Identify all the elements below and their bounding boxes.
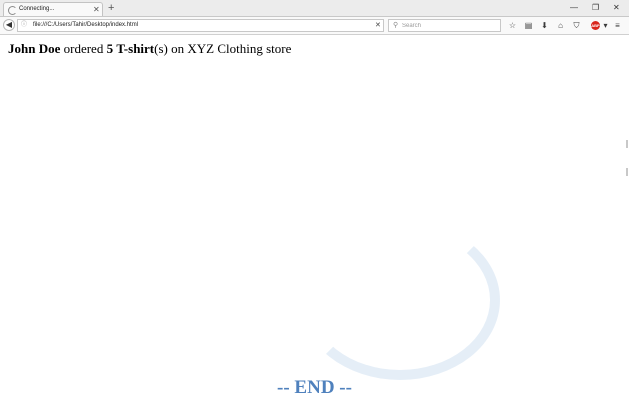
watermark-arc (300, 220, 500, 380)
scrollbar-mark (626, 168, 628, 176)
restore-icon[interactable]: ❐ (592, 2, 599, 14)
tab-title: Connecting... (19, 6, 55, 12)
tab-strip: Connecting... ✕ + — ❐ ✕ (0, 0, 629, 17)
loading-spinner-icon (8, 6, 17, 15)
search-input[interactable] (402, 21, 497, 30)
bookmark-star-icon[interactable]: ☆ (507, 20, 518, 31)
customer-name: John Doe (8, 41, 61, 56)
tab-active[interactable]: Connecting... ✕ (3, 2, 103, 16)
order-suffix: (s) on XYZ Clothing store (154, 41, 292, 56)
quantity: 5 (106, 41, 114, 56)
url-text[interactable]: file:///C:/Users/Tahir/Desktop/index.htm… (33, 20, 138, 31)
navigation-bar: ◀ ⓘ file:///C:/Users/Tahir/Desktop/index… (0, 17, 629, 35)
back-arrow-icon[interactable]: ◀ (3, 19, 15, 31)
url-bar[interactable]: ⓘ file:///C:/Users/Tahir/Desktop/index.h… (17, 19, 384, 32)
order-verb: ordered (63, 41, 104, 56)
info-icon[interactable]: ⓘ (21, 20, 27, 31)
close-window-icon[interactable]: ✕ (613, 2, 620, 14)
product-name: T-shirt (116, 41, 155, 56)
search-bar[interactable]: ⚲ (388, 19, 501, 32)
new-tab-icon[interactable]: + (108, 2, 114, 14)
home-icon[interactable]: ⌂ (555, 20, 566, 31)
scrollbar-mark (626, 140, 628, 148)
adblock-icon[interactable]: ABP (591, 21, 600, 30)
download-icon[interactable]: ⬇ (539, 20, 550, 31)
chevron-down-icon[interactable]: ▾ (600, 20, 611, 31)
menu-icon[interactable]: ≡ (612, 20, 623, 31)
tab-close-icon[interactable]: ✕ (93, 4, 100, 15)
search-icon: ⚲ (393, 22, 399, 29)
reading-list-icon[interactable]: ▤ (523, 20, 534, 31)
minimize-icon[interactable]: — (570, 2, 578, 14)
pocket-icon[interactable]: ⛉ (571, 20, 582, 31)
end-text: -- END -- (277, 377, 352, 398)
order-message: John Doe ordered 5 T-shirt(s) on XYZ Clo… (8, 41, 291, 57)
stop-icon[interactable]: ✕ (375, 20, 381, 31)
